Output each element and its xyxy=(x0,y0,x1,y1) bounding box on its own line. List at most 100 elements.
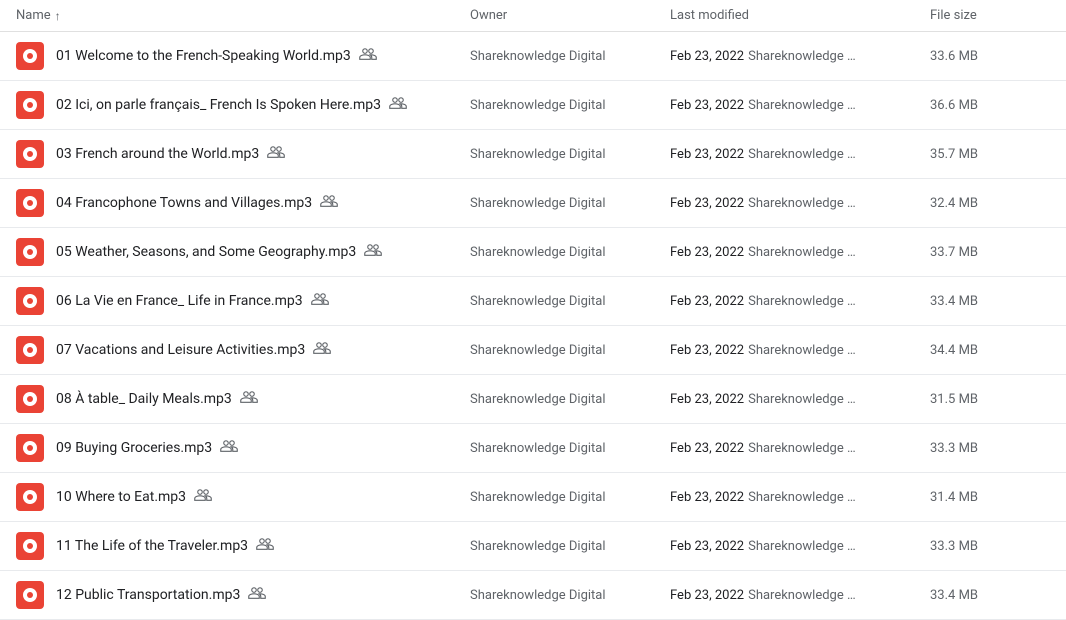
mp3-icon xyxy=(16,287,44,315)
file-modified-date: Feb 23, 2022 xyxy=(670,147,744,162)
shared-icon xyxy=(248,584,266,606)
file-name-cell: 02 Ici, on parle français_ French Is Spo… xyxy=(16,91,470,119)
table-row[interactable]: 04 Francophone Towns and Villages.mp3 Sh… xyxy=(0,179,1066,228)
table-row[interactable]: 01 Welcome to the French-Speaking World.… xyxy=(0,32,1066,81)
file-modified: Feb 23, 2022 Shareknowledge … xyxy=(670,147,930,162)
table-row[interactable]: 09 Buying Groceries.mp3 Shareknowledge D… xyxy=(0,424,1066,473)
file-modified-date: Feb 23, 2022 xyxy=(670,490,744,505)
file-name-label: 09 Buying Groceries.mp3 xyxy=(56,440,212,456)
file-owner: Shareknowledge Digital xyxy=(470,343,670,358)
file-name-text: 07 Vacations and Leisure Activities.mp3 xyxy=(56,339,331,361)
header-name[interactable]: Name ↑ xyxy=(16,8,470,23)
file-name-label: 03 French around the World.mp3 xyxy=(56,146,259,162)
mp3-icon xyxy=(16,483,44,511)
header-size[interactable]: File size xyxy=(930,8,1050,23)
file-name-cell: 09 Buying Groceries.mp3 xyxy=(16,434,470,462)
shared-icon xyxy=(240,388,258,410)
file-modified-date: Feb 23, 2022 xyxy=(670,343,744,358)
file-name-cell: 12 Public Transportation.mp3 xyxy=(16,581,470,609)
mp3-icon xyxy=(16,532,44,560)
file-name-text: 09 Buying Groceries.mp3 xyxy=(56,437,238,459)
file-modified-date: Feb 23, 2022 xyxy=(670,98,744,113)
table-row[interactable]: 03 French around the World.mp3 Shareknow… xyxy=(0,130,1066,179)
file-owner: Shareknowledge Digital xyxy=(470,98,670,113)
file-modified: Feb 23, 2022 Shareknowledge … xyxy=(670,343,930,358)
file-modified-date: Feb 23, 2022 xyxy=(670,441,744,456)
file-modified-owner: Shareknowledge … xyxy=(748,441,856,456)
mp3-icon xyxy=(16,42,44,70)
file-modified-date: Feb 23, 2022 xyxy=(670,588,744,603)
file-owner: Shareknowledge Digital xyxy=(470,294,670,309)
file-modified: Feb 23, 2022 Shareknowledge … xyxy=(670,49,930,64)
file-modified-owner: Shareknowledge … xyxy=(748,98,856,113)
shared-icon xyxy=(311,290,329,312)
file-owner: Shareknowledge Digital xyxy=(470,490,670,505)
header-owner[interactable]: Owner xyxy=(470,8,670,23)
mp3-icon xyxy=(16,91,44,119)
file-modified-owner: Shareknowledge … xyxy=(748,196,856,211)
file-modified: Feb 23, 2022 Shareknowledge … xyxy=(670,245,930,260)
file-modified: Feb 23, 2022 Shareknowledge … xyxy=(670,588,930,603)
file-modified: Feb 23, 2022 Shareknowledge … xyxy=(670,539,930,554)
file-modified-owner: Shareknowledge … xyxy=(748,588,856,603)
file-modified: Feb 23, 2022 Shareknowledge … xyxy=(670,196,930,211)
file-name-cell: 08 À table_ Daily Meals.mp3 xyxy=(16,385,470,413)
file-name-label: 05 Weather, Seasons, and Some Geography.… xyxy=(56,244,356,260)
file-name-label: 06 La Vie en France_ Life in France.mp3 xyxy=(56,293,303,309)
file-name-cell: 01 Welcome to the French-Speaking World.… xyxy=(16,42,470,70)
table-row[interactable]: 02 Ici, on parle français_ French Is Spo… xyxy=(0,81,1066,130)
file-modified-owner: Shareknowledge … xyxy=(748,539,856,554)
mp3-icon xyxy=(16,140,44,168)
shared-icon xyxy=(359,45,377,67)
file-name-label: 10 Where to Eat.mp3 xyxy=(56,489,186,505)
mp3-icon xyxy=(16,434,44,462)
file-name-label: 04 Francophone Towns and Villages.mp3 xyxy=(56,195,312,211)
table-row[interactable]: 07 Vacations and Leisure Activities.mp3 … xyxy=(0,326,1066,375)
table-row[interactable]: 06 La Vie en France_ Life in France.mp3 … xyxy=(0,277,1066,326)
table-header: Name ↑ Owner Last modified File size xyxy=(0,0,1066,32)
mp3-icon xyxy=(16,336,44,364)
file-size: 34.4 MB xyxy=(930,343,1050,358)
table-row[interactable]: 08 À table_ Daily Meals.mp3 Shareknowled… xyxy=(0,375,1066,424)
file-name-text: 08 À table_ Daily Meals.mp3 xyxy=(56,388,258,410)
file-size: 33.4 MB xyxy=(930,588,1050,603)
file-modified: Feb 23, 2022 Shareknowledge … xyxy=(670,98,930,113)
file-owner: Shareknowledge Digital xyxy=(470,245,670,260)
file-name-label: 01 Welcome to the French-Speaking World.… xyxy=(56,48,351,64)
sort-ascending-icon: ↑ xyxy=(55,9,61,23)
file-modified-date: Feb 23, 2022 xyxy=(670,392,744,407)
file-size: 33.6 MB xyxy=(930,49,1050,64)
file-owner: Shareknowledge Digital xyxy=(470,147,670,162)
table-row[interactable]: 12 Public Transportation.mp3 Shareknowle… xyxy=(0,571,1066,620)
file-name-cell: 11 The Life of the Traveler.mp3 xyxy=(16,532,470,560)
header-name-label: Name xyxy=(16,8,51,23)
file-name-cell: 05 Weather, Seasons, and Some Geography.… xyxy=(16,238,470,266)
table-row[interactable]: 11 The Life of the Traveler.mp3 Sharekno… xyxy=(0,522,1066,571)
shared-icon xyxy=(320,192,338,214)
file-size: 36.6 MB xyxy=(930,98,1050,113)
shared-icon xyxy=(220,437,238,459)
file-owner: Shareknowledge Digital xyxy=(470,49,670,64)
file-modified-date: Feb 23, 2022 xyxy=(670,539,744,554)
file-modified-date: Feb 23, 2022 xyxy=(670,196,744,211)
mp3-icon xyxy=(16,385,44,413)
file-owner: Shareknowledge Digital xyxy=(470,196,670,211)
file-size: 33.4 MB xyxy=(930,294,1050,309)
file-name-label: 12 Public Transportation.mp3 xyxy=(56,587,240,603)
file-modified-owner: Shareknowledge … xyxy=(748,490,856,505)
shared-icon xyxy=(364,241,382,263)
file-name-text: 12 Public Transportation.mp3 xyxy=(56,584,266,606)
table-row[interactable]: 05 Weather, Seasons, and Some Geography.… xyxy=(0,228,1066,277)
table-row[interactable]: 10 Where to Eat.mp3 Shareknowledge Digit… xyxy=(0,473,1066,522)
file-name-cell: 04 Francophone Towns and Villages.mp3 xyxy=(16,189,470,217)
file-name-text: 11 The Life of the Traveler.mp3 xyxy=(56,535,274,557)
file-name-label: 02 Ici, on parle français_ French Is Spo… xyxy=(56,97,381,113)
file-modified: Feb 23, 2022 Shareknowledge … xyxy=(670,441,930,456)
file-name-text: 10 Where to Eat.mp3 xyxy=(56,486,212,508)
file-size: 31.4 MB xyxy=(930,490,1050,505)
file-modified-owner: Shareknowledge … xyxy=(748,245,856,260)
header-modified[interactable]: Last modified xyxy=(670,8,930,23)
file-modified: Feb 23, 2022 Shareknowledge … xyxy=(670,392,930,407)
file-modified-date: Feb 23, 2022 xyxy=(670,49,744,64)
file-owner: Shareknowledge Digital xyxy=(470,588,670,603)
